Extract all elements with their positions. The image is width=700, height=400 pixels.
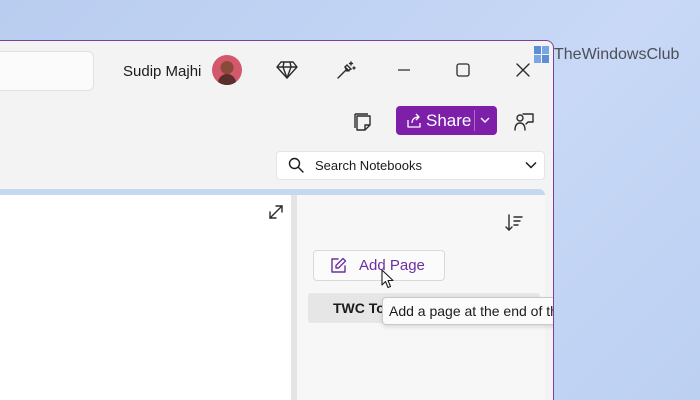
share-divider: [474, 110, 475, 131]
search-notebooks-input[interactable]: Search Notebooks: [276, 151, 545, 180]
new-page-icon: [330, 257, 347, 279]
search-placeholder: Search Notebooks: [315, 158, 422, 173]
title-search-field[interactable]: [0, 51, 94, 91]
sticky-note-icon[interactable]: [348, 107, 378, 137]
mouse-cursor-icon: [381, 269, 395, 294]
maximize-icon[interactable]: [448, 55, 478, 85]
user-name[interactable]: Sudip Majhi: [123, 63, 201, 80]
add-page-button[interactable]: Add Page: [313, 250, 445, 281]
chevron-down-icon[interactable]: [524, 158, 538, 177]
window-edge: [545, 189, 553, 400]
share-icon: [406, 113, 422, 129]
magic-wand-icon[interactable]: [331, 55, 361, 85]
expand-icon[interactable]: [263, 199, 289, 225]
watermark-text: TheWindowsClub: [554, 46, 680, 63]
chevron-down-icon[interactable]: [479, 112, 491, 133]
avatar[interactable]: [212, 55, 242, 85]
note-canvas[interactable]: [0, 195, 291, 400]
diamond-icon[interactable]: [272, 55, 302, 85]
search-icon: [288, 157, 304, 178]
onenote-window: Sudip Majhi Share Search Notebooks Add P…: [0, 40, 554, 400]
minimize-icon[interactable]: [389, 55, 419, 85]
watermark-logo-icon: [534, 46, 550, 64]
share-label: Share: [426, 110, 472, 130]
feedback-icon[interactable]: [509, 107, 539, 137]
watermark: TheWindowsClub: [534, 46, 679, 64]
sort-icon[interactable]: [500, 209, 528, 237]
add-page-tooltip: Add a page at the end of the section: [382, 297, 553, 325]
share-button[interactable]: Share: [396, 106, 497, 135]
page-title: TWC To: [333, 300, 385, 316]
